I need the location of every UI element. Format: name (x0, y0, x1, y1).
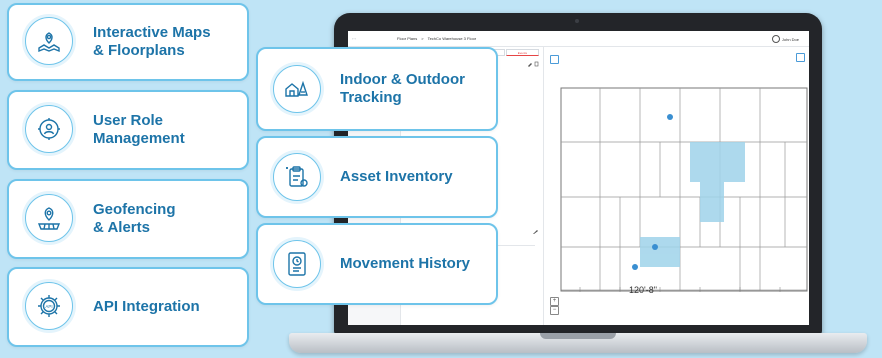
feature-line-1: Indoor & Outdoor (340, 71, 465, 88)
api-gear-icon: API (25, 282, 73, 330)
zoom-in-button[interactable]: + (550, 297, 559, 306)
feature-card-asset-inventory: Asset Inventory (256, 136, 498, 218)
feature-line-2: & Alerts (93, 219, 150, 236)
map-pin-icon (25, 17, 73, 65)
asset-clipboard-icon (273, 153, 321, 201)
feature-line-1: Geofencing (93, 201, 176, 218)
feature-title: Asset Inventory (340, 168, 453, 185)
feature-card-maps: Interactive Maps & Floorplans (7, 3, 249, 81)
map-fullscreen-tool[interactable] (796, 53, 805, 62)
laptop-notch (540, 333, 616, 339)
feature-line-2: Tracking (340, 89, 402, 106)
geofence-pin-icon (25, 194, 73, 242)
edit-icon[interactable] (533, 229, 538, 234)
dimension-label: 120'-8" (629, 285, 657, 295)
laptop-base (289, 333, 867, 353)
camera-dot (575, 19, 579, 23)
floorplan-drawing (560, 87, 808, 292)
feature-line-2: & Floorplans (93, 42, 185, 59)
zoom-out-button[interactable]: − (550, 306, 559, 315)
feature-title: Geofencing & Alerts (93, 201, 176, 237)
avatar-icon (771, 35, 780, 43)
tab-events[interactable]: Events (505, 49, 539, 56)
feature-line-1: User Role (93, 112, 164, 129)
feature-title: Movement History (340, 255, 471, 272)
feature-card-user-roles: User Role Management (7, 90, 249, 170)
breadcrumb-floor-plans[interactable]: Floor Plans (397, 36, 417, 41)
breadcrumb: Floor Plans > TechCo Warehouse 3 Floor (397, 36, 476, 41)
home-signal-icon (273, 65, 321, 113)
feature-card-tracking: Indoor & Outdoor Tracking (256, 47, 498, 131)
feature-line-2: Management (93, 130, 185, 147)
breadcrumb-separator: > (421, 36, 424, 41)
feature-title: Interactive Maps & Floorplans (93, 24, 211, 60)
feature-line-1: Interactive Maps (93, 24, 211, 41)
feature-title: API Integration (93, 298, 200, 315)
history-document-icon (273, 240, 321, 288)
user-name: John Doe (781, 36, 799, 42)
user-menu[interactable]: John Doe (771, 35, 799, 43)
feature-card-movement-history: Movement History (256, 223, 498, 305)
feature-card-geofencing: Geofencing & Alerts (7, 179, 249, 259)
svg-text:API: API (45, 304, 52, 309)
edit-delete-icons[interactable] (527, 61, 539, 67)
feature-title: User Role Management (93, 112, 185, 148)
feature-title: Indoor & Outdoor Tracking (340, 71, 465, 107)
map-layer-tool[interactable] (550, 55, 559, 64)
floorplan-map[interactable]: + − 120'-8" (544, 47, 809, 325)
user-gear-icon (25, 105, 73, 153)
breadcrumb-current: TechCo Warehouse 3 Floor (427, 36, 477, 41)
feature-card-api: API API Integration (7, 267, 249, 347)
app-logo: ◦ ◦ (352, 36, 356, 41)
app-topbar: ◦ ◦ Floor Plans > TechCo Warehouse 3 Flo… (348, 31, 809, 47)
